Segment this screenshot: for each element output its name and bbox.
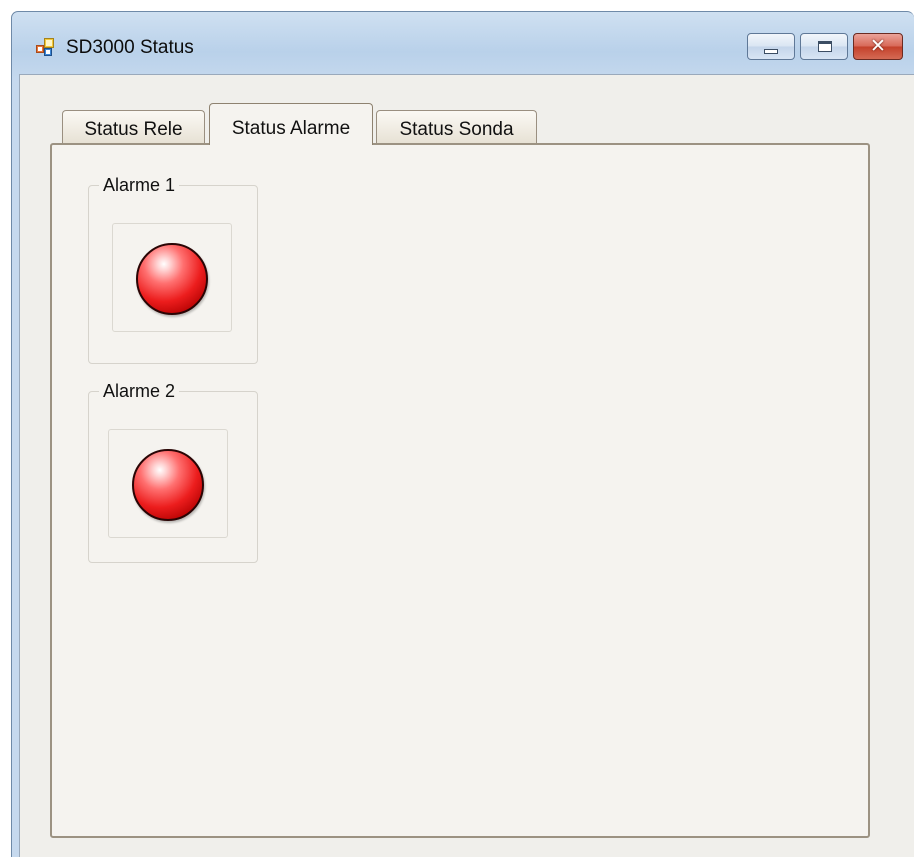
tab-status-alarme[interactable]: Status Alarme: [209, 103, 373, 145]
tab-status-sonda[interactable]: Status Sonda: [376, 110, 537, 145]
alarm-group-label: Alarme 2: [99, 380, 180, 402]
alarm-group-2: Alarme 2: [88, 380, 258, 563]
tab-label: Status Alarme: [231, 118, 351, 139]
tab-page-status-alarme: Alarme 1 Alarme 2: [50, 143, 870, 838]
minimize-button[interactable]: [747, 33, 795, 60]
maximize-icon: [818, 41, 832, 52]
minimize-icon: [764, 49, 778, 54]
tab-label: Status Sonda: [399, 119, 514, 140]
caption-buttons: ✕: [747, 33, 903, 60]
window-title: SD3000 Status: [66, 37, 194, 58]
alarm-indicator-frame: [108, 429, 228, 538]
red-led-icon: [132, 449, 204, 521]
alarm-group-label: Alarme 1: [99, 174, 180, 196]
tab-status-rele[interactable]: Status Rele: [62, 110, 205, 145]
alarm-group-1: Alarme 1: [88, 174, 258, 364]
close-icon: ✕: [870, 35, 886, 57]
app-icon: [36, 38, 54, 56]
app-window: SD3000 Status ✕ Status Rele Status Alarm…: [11, 11, 914, 857]
red-led-icon: [136, 243, 208, 315]
window-client-area: Status Rele Status Alarme Status Sonda A…: [19, 74, 914, 857]
maximize-button[interactable]: [800, 33, 848, 60]
title-bar[interactable]: SD3000 Status ✕: [12, 12, 914, 74]
alarm-indicator-frame: [112, 223, 232, 332]
close-button[interactable]: ✕: [853, 33, 903, 60]
tab-label: Status Rele: [84, 119, 183, 140]
